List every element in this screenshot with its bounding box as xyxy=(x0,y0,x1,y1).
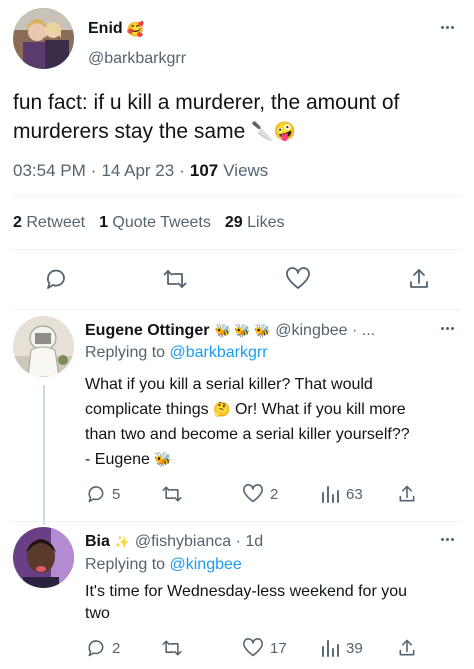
handle[interactable]: @barkbarkgrr xyxy=(88,50,186,68)
views-button[interactable]: 63 xyxy=(320,484,363,504)
retweet-icon xyxy=(163,270,187,288)
views-label: Views xyxy=(223,161,269,180)
retweets-label: Retweet xyxy=(26,214,86,231)
meta-separator: · xyxy=(90,161,97,180)
reply-button[interactable] xyxy=(44,267,68,291)
handle[interactable]: @fishybianca · 1d xyxy=(135,533,263,551)
reply-count: 2 xyxy=(112,639,121,657)
emoji-bees: 🐝 🐝 🐝 xyxy=(214,323,271,338)
divider xyxy=(13,521,461,522)
retweet-icon xyxy=(162,640,182,656)
share-button[interactable] xyxy=(397,484,417,504)
share-button[interactable] xyxy=(407,267,431,291)
replying-to-link[interactable]: @barkbarkgrr xyxy=(170,344,268,361)
display-name[interactable]: Enid 🥰 xyxy=(88,20,144,38)
reply-header: Eugene Ottinger 🐝 🐝 🐝 @kingbee · ... xyxy=(85,322,375,340)
emoji-knife-zany: 🔪🤪 xyxy=(251,121,297,141)
like-button[interactable]: 2 xyxy=(242,484,278,504)
views-count: 107 xyxy=(189,161,219,180)
reply-text-line: complicate things 🤔 Or! What if you kill… xyxy=(85,397,465,422)
likes-count: 29 xyxy=(224,214,243,231)
like-icon xyxy=(286,267,310,289)
display-name[interactable]: Bia xyxy=(85,533,110,551)
reply-text-span: Or! What if you kill more xyxy=(234,401,406,418)
reply-text-line: It's time for Wednesday-less weekend for… xyxy=(85,583,408,600)
tweet-date[interactable]: 14 Apr 23 xyxy=(101,161,174,181)
emoji-thinking: 🤔 xyxy=(213,401,231,417)
replying-to: Replying to @kingbee xyxy=(85,556,242,574)
like-count: 2 xyxy=(270,485,279,503)
tweet-meta: 03:54 PM · 14 Apr 23 · 107 Views xyxy=(13,161,268,181)
views-count: 63 xyxy=(346,485,363,503)
retweet-button[interactable] xyxy=(162,267,188,291)
thread-line xyxy=(43,385,45,525)
like-icon xyxy=(243,638,263,657)
retweet-icon xyxy=(162,486,182,502)
share-icon xyxy=(410,269,428,288)
reply-text-span: - Eugene xyxy=(85,451,150,468)
likes-stat[interactable]: 29 Likes xyxy=(225,214,285,232)
tweet-text: fun fact: if u kill a murderer, the amou… xyxy=(13,88,468,146)
quotes-stat[interactable]: 1 Quote Tweets xyxy=(99,214,211,232)
views-icon xyxy=(322,640,339,657)
reply-icon xyxy=(88,640,104,657)
reply-text: It's time for Wednesday-less weekend for… xyxy=(85,581,465,625)
quotes-label: Quote Tweets xyxy=(112,214,211,231)
like-button[interactable] xyxy=(285,267,311,291)
reply-text-line: than two and become a serial killer your… xyxy=(85,426,410,443)
tweet-text-span: murderers stay the same xyxy=(13,120,246,143)
more-icon[interactable] xyxy=(441,538,454,541)
share-icon xyxy=(399,485,415,502)
retweets-count: 2 xyxy=(13,214,22,231)
tweet-text-line: murderers stay the same 🔪🤪 xyxy=(13,117,468,146)
quotes-count: 1 xyxy=(99,214,108,231)
tweet-time[interactable]: 03:54 PM xyxy=(13,161,86,181)
handle[interactable]: @kingbee · ... xyxy=(275,322,375,340)
views-icon xyxy=(322,486,339,503)
more-icon[interactable] xyxy=(441,327,454,330)
views-count: 39 xyxy=(346,639,363,657)
reply-icon xyxy=(88,486,104,503)
emoji-bee: 🐝 xyxy=(154,451,172,467)
avatar[interactable] xyxy=(13,527,74,588)
reply-count: 5 xyxy=(112,485,121,503)
share-button[interactable] xyxy=(397,638,417,658)
meta-separator: · xyxy=(179,161,185,180)
replying-to-link[interactable]: @kingbee xyxy=(170,556,242,573)
reply-text-line: - Eugene 🐝 xyxy=(85,447,465,472)
reply-button[interactable]: 5 xyxy=(86,484,120,504)
avatar[interactable] xyxy=(13,316,74,377)
engagement-stats: 2 Retweet 1 Quote Tweets 29 Likes xyxy=(13,214,284,232)
emoji-smiling-hearts: 🥰 xyxy=(126,20,145,37)
likes-label: Likes xyxy=(247,214,285,231)
like-icon xyxy=(243,484,263,503)
reply-text: What if you kill a serial killer? That w… xyxy=(85,372,465,472)
retweet-button[interactable] xyxy=(161,484,189,504)
divider xyxy=(13,249,461,250)
emoji-sparkles: ✨ xyxy=(114,535,130,549)
views-button[interactable]: 39 xyxy=(320,638,363,658)
reply-text-line: two xyxy=(85,605,110,622)
reply-text-span: complicate things xyxy=(85,401,209,418)
reply-header: Bia ✨ @fishybianca · 1d xyxy=(85,533,263,551)
divider xyxy=(13,196,461,197)
reply-icon xyxy=(47,269,65,289)
like-button[interactable]: 17 xyxy=(242,638,287,658)
avatar[interactable] xyxy=(13,8,74,69)
like-count: 17 xyxy=(270,639,287,657)
replying-to-label: Replying to xyxy=(85,344,166,361)
share-icon xyxy=(399,639,415,656)
replying-to-label: Replying to xyxy=(85,556,166,573)
more-icon[interactable] xyxy=(441,26,454,29)
display-name[interactable]: Eugene Ottinger xyxy=(85,322,209,340)
reply-button[interactable]: 2 xyxy=(86,638,120,658)
divider xyxy=(13,309,461,310)
retweet-button[interactable] xyxy=(161,638,189,658)
replying-to: Replying to @barkbarkgrr xyxy=(85,344,268,362)
retweets-stat[interactable]: 2 Retweet xyxy=(13,214,85,232)
reply-text-line: What if you kill a serial killer? That w… xyxy=(85,376,373,393)
display-name-text: Enid xyxy=(88,20,123,37)
tweet-text-line: fun fact: if u kill a murderer, the amou… xyxy=(13,91,400,114)
